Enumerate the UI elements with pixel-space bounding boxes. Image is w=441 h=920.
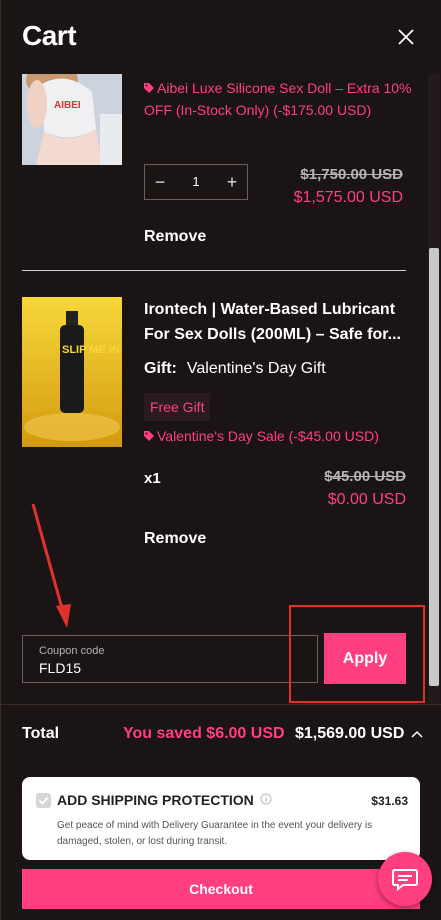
remove-item-button[interactable]: Remove	[144, 228, 206, 246]
cart-footer: Total You saved $6.00 USD $1,569.00 USD …	[1, 704, 441, 920]
apply-coupon-button[interactable]: Apply	[324, 633, 406, 684]
gift-row: Gift: Valentine's Day Gift	[144, 360, 326, 378]
item-promo-discount: Valentine's Day Sale (-$45.00 USD)	[144, 425, 379, 447]
chat-icon	[392, 869, 418, 892]
free-gift-badge: Free Gift	[144, 393, 211, 421]
decrease-quantity-button[interactable]: −	[145, 165, 175, 199]
quantity-text: x1	[144, 470, 161, 487]
item-promo-text: Valentine's Day Sale (-$45.00 USD)	[157, 428, 379, 444]
total-value: $1,569.00 USD	[295, 725, 405, 742]
chevron-up-icon[interactable]	[411, 729, 423, 739]
close-icon[interactable]	[395, 26, 417, 48]
check-icon	[38, 796, 49, 805]
bottle-label-text: SLIP ME IN	[62, 344, 120, 356]
scrollbar[interactable]	[428, 74, 440, 704]
checkout-button[interactable]: Checkout	[22, 869, 420, 909]
shipping-protection-checkbox[interactable]	[36, 793, 51, 808]
quantity-value[interactable]: 1	[175, 165, 217, 199]
item-divider	[22, 270, 406, 271]
tag-icon	[144, 431, 154, 441]
gift-label: Gift:	[144, 360, 177, 377]
product-image-lubricant[interactable]: SLIP ME IN	[22, 297, 122, 447]
cart-title: Cart	[22, 20, 77, 51]
cart-header: Cart	[1, 0, 441, 74]
original-price: $1,750.00 USD	[300, 166, 403, 183]
cart-items-list[interactable]: AIBEI Aibei Luxe Silicone Sex Doll – Ext…	[1, 74, 441, 704]
sale-price: $1,575.00 USD	[293, 189, 403, 206]
item-promo-discount: Aibei Luxe Silicone Sex Doll – Extra 10%…	[144, 77, 414, 121]
coupon-label: Coupon code	[39, 645, 105, 657]
original-price: $45.00 USD	[324, 468, 406, 485]
item-prices: $1,750.00 USD $1,575.00 USD	[251, 166, 403, 207]
product-title[interactable]: Irontech | Water-Based Lubricant For Sex…	[144, 297, 414, 347]
product-image-doll[interactable]: AIBEI	[22, 74, 122, 165]
shipping-protection-price: $31.63	[371, 794, 408, 808]
chat-button[interactable]	[378, 852, 432, 906]
total-label: Total	[22, 725, 60, 742]
item-promo-text: Aibei Luxe Silicone Sex Doll – Extra 10%…	[144, 80, 412, 118]
sale-price: $0.00 USD	[327, 491, 406, 508]
shipping-protection-card[interactable]: ADD SHIPPING PROTECTION $31.63 Get peace…	[22, 777, 420, 860]
coupon-input[interactable]	[39, 660, 299, 676]
cart-drawer: Cart AIBEI Aibei Luxe Silicone Sex Doll …	[0, 0, 441, 920]
quantity-stepper[interactable]: − 1 +	[144, 164, 248, 200]
scrollbar-thumb[interactable]	[429, 248, 439, 686]
item-prices: $45.00 USD $0.00 USD	[281, 468, 406, 509]
increase-quantity-button[interactable]: +	[217, 165, 247, 199]
shipping-protection-heading: ADD SHIPPING PROTECTION	[57, 792, 254, 808]
info-icon[interactable]	[260, 793, 272, 805]
tag-icon	[144, 83, 154, 93]
remove-item-button[interactable]: Remove	[144, 530, 206, 548]
shipping-protection-description: Get peace of mind with Delivery Guarante…	[57, 820, 373, 847]
coupon-field[interactable]: Coupon code	[22, 635, 318, 683]
svg-text:AIBEI: AIBEI	[54, 100, 81, 111]
gift-value: Valentine's Day Gift	[186, 360, 326, 377]
savings-text: You saved $6.00 USD	[123, 725, 285, 742]
